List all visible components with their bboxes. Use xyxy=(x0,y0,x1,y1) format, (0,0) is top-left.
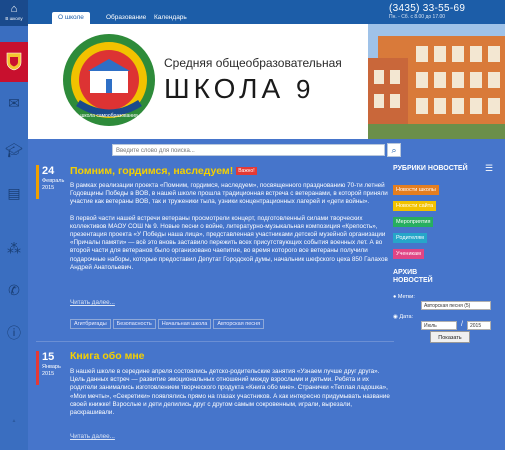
date-separator: / xyxy=(461,321,463,328)
month-select[interactable]: Июль xyxy=(421,321,457,330)
tags-filter[interactable]: ● Метки: xyxy=(393,293,415,301)
read-more-link[interactable]: Читать далее... xyxy=(70,299,115,306)
post-paragraph: В нашей школе в середине апреля состояли… xyxy=(70,368,390,417)
post-title[interactable]: Помним, гордимся, наследуем! Важно! xyxy=(70,165,257,177)
important-badge: Важно! xyxy=(236,167,257,176)
post-divider xyxy=(36,341,394,342)
post-month: Февраль xyxy=(42,178,65,184)
tag-link[interactable]: Начальная школа xyxy=(157,319,212,329)
radio-icon[interactable]: ● xyxy=(393,294,396,300)
post-day: 15 xyxy=(42,351,55,363)
post-year: 2015 xyxy=(42,371,55,377)
post-body: В рамках реализации проекта «Помним, гор… xyxy=(70,182,394,280)
post-month: Январь xyxy=(42,364,61,370)
show-button[interactable]: Показать xyxy=(430,331,470,343)
sitemap-icon[interactable]: ⁂ xyxy=(5,240,23,256)
tag-link[interactable]: Агитбригады xyxy=(70,319,111,329)
rubric-parents[interactable]: Родителям xyxy=(393,233,427,243)
archive-title: АРХИВ НОВОСТЕЙ xyxy=(393,269,433,284)
rubrics-title: РУБРИКИ НОВОСТЕЙ xyxy=(393,165,468,172)
date-filter[interactable]: ◉ Дата: xyxy=(393,313,413,321)
mail-icon[interactable]: ✉ xyxy=(5,95,23,111)
school-building-photo xyxy=(368,24,505,139)
graduation-cap-icon[interactable]: 🎓︎ xyxy=(5,142,23,158)
tag-link[interactable]: Авторская песня xyxy=(213,319,265,329)
logo-ring-text: школа самообразования xyxy=(80,113,138,119)
left-sidebar: ⌂ В школу ✉ 🎓︎ ▤ ⁂ ✆ ⓘ ▲ xyxy=(0,0,28,450)
search-input[interactable]: Введите слово для поиска... xyxy=(112,144,385,156)
tag-link[interactable]: Безопасность xyxy=(112,319,156,329)
rss-icon[interactable]: ☰ xyxy=(485,163,493,174)
school-title: ШКОЛА 9 xyxy=(164,73,315,105)
month-select-value: Июль xyxy=(424,323,437,329)
home-label: В школу xyxy=(5,16,23,21)
year-select[interactable]: 2015 xyxy=(467,321,491,330)
scroll-up-icon[interactable]: ▲ xyxy=(3,418,25,424)
post-paragraph: В первой части нашей встречи ветераны пр… xyxy=(70,214,388,271)
post-tags: Агитбригады Безопасность Начальная школа Ав… xyxy=(70,319,266,329)
school-word: ШКОЛА xyxy=(164,73,285,104)
rubric-news-school[interactable]: Новости школы xyxy=(393,185,439,195)
tab-about[interactable]: О школе xyxy=(52,12,90,24)
rubric-students[interactable]: Ученикам xyxy=(393,249,424,259)
post-paragraph: В рамках реализации проекта «Помним, гор… xyxy=(70,182,388,206)
post-day: 24 xyxy=(42,165,55,177)
tags-select[interactable]: Авторская песня (5) xyxy=(421,301,491,310)
school-number: 9 xyxy=(295,74,315,104)
info-icon[interactable]: ⓘ xyxy=(5,325,23,341)
post-year: 2015 xyxy=(42,185,55,191)
tab-calendar[interactable]: Календарь xyxy=(154,13,187,23)
search-icon[interactable]: ⌕ xyxy=(387,143,401,157)
home-icon: ⌂ xyxy=(10,3,18,15)
year-select-value: 2015 xyxy=(470,323,482,329)
school-logo: школа самообразования xyxy=(63,34,155,126)
post-body: В нашей школе в середине апреля состояли… xyxy=(70,368,394,425)
tab-education[interactable]: Образование xyxy=(106,13,146,23)
coat-of-arms-icon xyxy=(6,52,22,71)
post-title[interactable]: Книга обо мне xyxy=(70,350,145,362)
phone-icon[interactable]: ✆ xyxy=(5,282,23,298)
school-subtitle: Средняя общеобразовательная xyxy=(164,56,342,70)
phone-number: (3435) 33-55-69 xyxy=(389,3,466,14)
home-link[interactable]: ⌂ В школу xyxy=(0,0,28,26)
rubric-news-site[interactable]: Новости сайта xyxy=(393,201,437,211)
radio-icon[interactable]: ◉ xyxy=(393,314,398,320)
tags-select-value: Авторская песня (5) xyxy=(424,303,471,309)
tags-label: Метки: xyxy=(397,294,415,300)
document-icon[interactable]: ▤ xyxy=(5,185,23,201)
post-date: 15 Январь 2015 xyxy=(36,351,69,385)
post-date: 24 Февраль 2015 xyxy=(36,165,69,199)
date-label: Дата: xyxy=(399,314,414,320)
working-hours: Пн. - Сб. с 8.00 до 17.00 xyxy=(389,14,446,20)
top-navigation: О школе Образование Календарь (3435) 33-… xyxy=(28,0,505,24)
main-content: Введите слово для поиска... ⌕ 24 Февраль… xyxy=(28,139,505,450)
rubric-events[interactable]: Мероприятия xyxy=(393,217,434,227)
post-title-text[interactable]: Помним, гордимся, наследуем! xyxy=(70,165,233,177)
coat-of-arms-emblem xyxy=(0,42,28,82)
header-banner: школа самообразования Средняя общеобразо… xyxy=(28,24,505,139)
read-more-link[interactable]: Читать далее... xyxy=(70,433,115,440)
